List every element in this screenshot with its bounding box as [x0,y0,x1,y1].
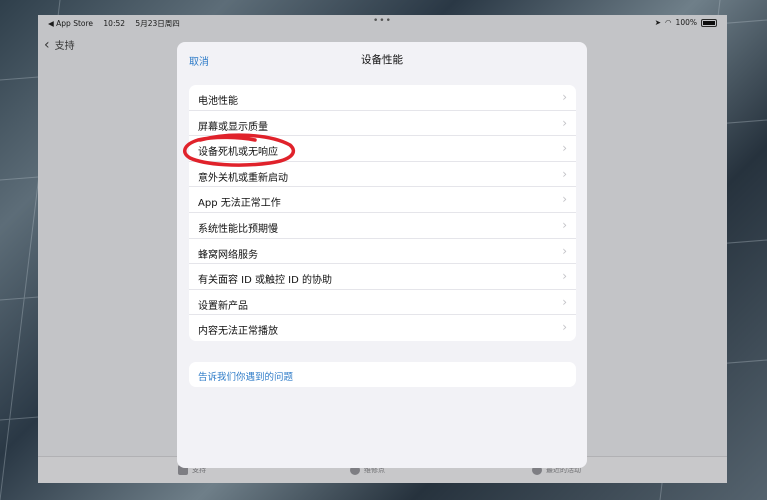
sheet-header: 取消 设备性能 [177,42,587,78]
chevron-right-icon: › [562,269,567,284]
chevron-right-icon: › [562,141,567,156]
chevron-right-icon: › [562,217,567,232]
chevron-right-icon: › [562,115,567,130]
list-item[interactable]: 电池性能 › [189,85,576,111]
list-item-label: App 无法正常工作 [198,198,281,210]
sheet-title: 设备性能 [361,54,403,66]
list-item[interactable]: 设置新产品 › [189,290,576,316]
list-item[interactable]: 蜂窝网络服务 › [189,239,576,265]
list-item[interactable]: App 无法正常工作 › [189,187,576,213]
list-item[interactable]: 系统性能比预期慢 › [189,213,576,239]
list-item-label: 设置新产品 [198,300,248,312]
list-item[interactable]: 屏幕或显示质量 › [189,111,576,137]
list-item-label: 系统性能比预期慢 [198,223,278,235]
list-item[interactable]: 意外关机或重新启动 › [189,162,576,188]
list-item-label: 内容无法正常播放 [198,326,278,338]
list-item[interactable]: 设备死机或无响应 › [189,136,576,162]
list-item-label: 屏幕或显示质量 [198,121,268,133]
chevron-right-icon: › [562,166,567,181]
list-item-label: 意外关机或重新启动 [198,172,288,184]
device-performance-sheet: 取消 设备性能 电池性能 › 屏幕或显示质量 › 设备死机或无响应 › 意外关机或重新… [177,42,587,468]
chevron-right-icon: › [562,90,567,104]
issue-list: 电池性能 › 屏幕或显示质量 › 设备死机或无响应 › 意外关机或重新启动 › App … [189,85,576,341]
list-item-label: 电池性能 [198,96,238,107]
tell-us-problem-button[interactable]: 告诉我们你遇到的问题 [189,362,576,387]
tell-us-label: 告诉我们你遇到的问题 [198,372,294,383]
chevron-right-icon: › [562,192,567,207]
chevron-right-icon: › [562,320,567,335]
chevron-right-icon: › [562,243,567,258]
list-item[interactable]: 有关面容 ID 或触控 ID 的协助 › [189,264,576,290]
list-item-label: 设备死机或无响应 [198,147,278,159]
chevron-right-icon: › [562,294,567,309]
list-item-label: 蜂窝网络服务 [198,249,258,261]
list-item-label: 有关面容 ID 或触控 ID 的协助 [198,275,333,287]
list-item[interactable]: 内容无法正常播放 › [189,315,576,341]
